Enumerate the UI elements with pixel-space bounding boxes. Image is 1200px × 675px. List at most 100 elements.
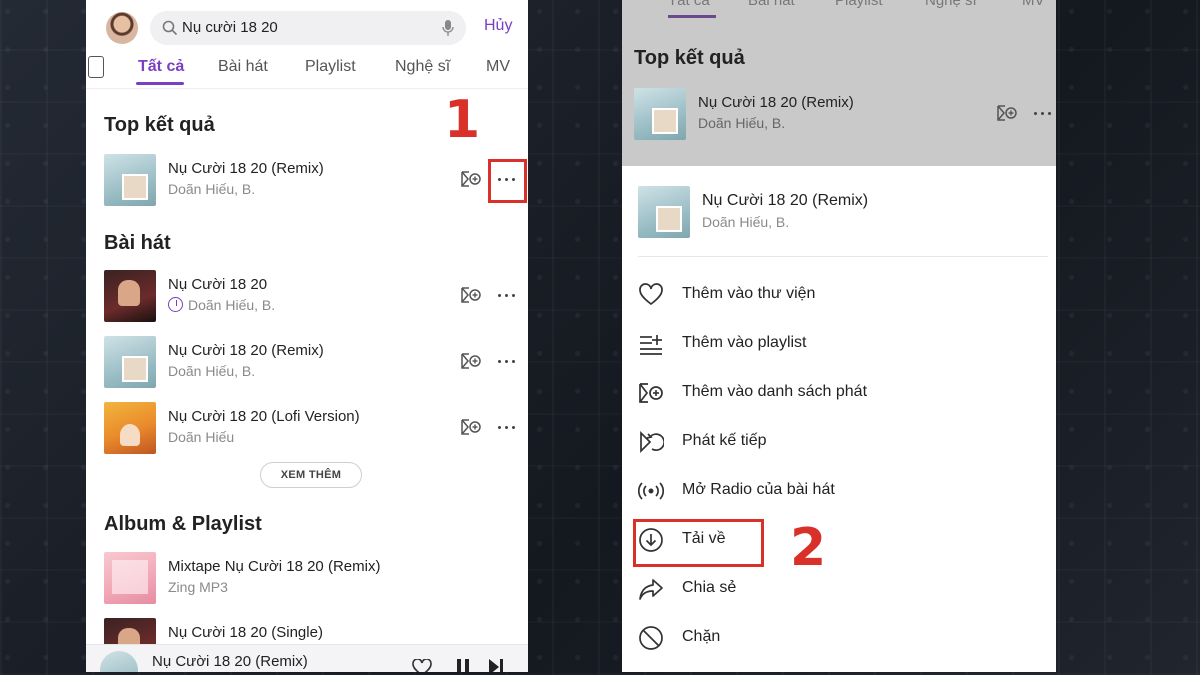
more-options-icon[interactable] [498, 294, 516, 298]
radio-icon [638, 482, 664, 500]
album-art [104, 336, 156, 388]
menu-label: Chặn [682, 628, 721, 645]
top-result-heading: Top kết quả [634, 47, 745, 69]
menu-song-radio[interactable]: Mở Radio của bài hát [638, 472, 1048, 508]
album-title: Mixtape Nụ Cười 18 20 (Remix) [168, 558, 381, 575]
next-icon[interactable] [488, 659, 504, 672]
more-options-icon[interactable] [498, 360, 516, 364]
album-art [104, 552, 156, 604]
menu-add-to-playlist[interactable]: Thêm vào playlist [638, 325, 1048, 361]
step-2-highlight [633, 519, 764, 567]
menu-label: Phát kế tiếp [682, 432, 767, 449]
queue-add-icon [639, 383, 663, 403]
menu-play-next[interactable]: Phát kế tiếp [638, 423, 1048, 459]
top-bar: Nụ cười 18 20 Hủy [86, 0, 528, 54]
song-artist: Doãn Hiếu, B. [168, 297, 275, 313]
playlist-add-icon [640, 335, 662, 355]
album-art [104, 270, 156, 322]
active-tab-indicator [136, 82, 184, 85]
album-title: Nụ Cười 18 20 (Single) [168, 624, 323, 641]
top-result-heading: Top kết quả [104, 114, 215, 136]
songs-heading: Bài hát [104, 232, 171, 254]
list-item[interactable]: Nụ Cười 18 20 (Lofi Version) Doãn Hiếu [104, 402, 524, 456]
tab-artists[interactable]: Nghệ sĩ [395, 58, 450, 76]
menu-label: Thêm vào playlist [682, 334, 807, 351]
album-art [634, 88, 686, 140]
song-artist: Doãn Hiếu, B. [168, 363, 256, 379]
tab-all: Tất cả [668, 0, 710, 9]
song-artist: Doãn Hiếu, B. [702, 214, 790, 230]
heart-icon [639, 283, 663, 306]
search-query: Nụ cười 18 20 [182, 19, 278, 36]
menu-label: Mở Radio của bài hát [682, 481, 835, 498]
add-to-queue-icon[interactable] [460, 352, 482, 370]
list-item[interactable]: Nụ Cười 18 20 Doãn Hiếu, B. [104, 270, 524, 324]
add-to-queue-icon [997, 105, 1017, 121]
options-sheet: Nụ Cười 18 20 (Remix) Doãn Hiếu, B. Thêm… [622, 166, 1056, 672]
heart-icon[interactable] [412, 659, 432, 672]
tab-songs: Bài hát [748, 0, 795, 9]
song-artist: Doãn Hiếu [168, 429, 235, 445]
tab-songs[interactable]: Bài hát [218, 58, 268, 76]
list-item[interactable]: Mixtape Nụ Cười 18 20 (Remix) Zing MP3 [104, 552, 524, 606]
menu-add-to-library[interactable]: Thêm vào thư viện [638, 276, 1048, 312]
albums-heading: Album & Playlist [104, 513, 262, 535]
song-title: Nụ Cười 18 20 (Remix) [698, 94, 854, 111]
add-to-queue-icon[interactable] [460, 418, 482, 436]
album-art [638, 186, 690, 238]
menu-share[interactable]: Chia sẻ [638, 570, 1048, 606]
list-item[interactable]: Nụ Cười 18 20 (Remix) Doãn Hiếu, B. [104, 336, 524, 390]
music-note-icon[interactable] [88, 56, 104, 78]
mini-player[interactable]: Nụ Cười 18 20 (Remix) [86, 644, 528, 672]
menu-label: Chia sẻ [682, 579, 737, 596]
step-1-label: 1 [444, 90, 481, 150]
step-1-highlight [488, 159, 527, 203]
microphone-icon[interactable] [442, 19, 454, 37]
share-icon [639, 579, 663, 600]
tab-mv: MV [1022, 0, 1045, 9]
song-title: Nụ Cười 18 20 (Lofi Version) [168, 408, 360, 425]
search-icon [162, 20, 178, 36]
avatar[interactable] [106, 12, 138, 44]
play-next-icon [640, 430, 664, 454]
song-title: Nụ Cười 18 20 [168, 276, 268, 293]
active-tab-indicator [668, 15, 716, 18]
top-result-row[interactable]: Nụ Cười 18 20 (Remix) Doãn Hiếu, B. [104, 154, 524, 208]
album-owner: Zing MP3 [168, 579, 228, 595]
divider [638, 256, 1048, 257]
pause-icon[interactable] [456, 659, 470, 672]
add-to-queue-icon[interactable] [460, 286, 482, 304]
add-to-queue-icon[interactable] [460, 170, 482, 188]
downloaded-icon [168, 297, 183, 312]
sheet-song-header: Nụ Cười 18 20 (Remix) Doãn Hiếu, B. [638, 186, 1048, 238]
album-art [104, 402, 156, 454]
tab-all[interactable]: Tất cả [138, 58, 184, 76]
album-art [104, 154, 156, 206]
cancel-button[interactable]: Hủy [484, 17, 512, 35]
dimmed-background: Tất cả Bài hát Playlist Nghệ sĩ MV Top k… [622, 0, 1056, 166]
song-title: Nụ Cười 18 20 (Remix) [168, 160, 324, 177]
song-title: Nụ Cười 18 20 (Remix) [702, 192, 869, 209]
tab-artists: Nghệ sĩ [925, 0, 977, 9]
see-more-button[interactable]: XEM THÊM [260, 462, 362, 488]
more-options-icon [1034, 112, 1052, 116]
tab-playlist[interactable]: Playlist [305, 58, 356, 76]
menu-label: Thêm vào danh sách phát [682, 383, 868, 400]
menu-add-to-queue[interactable]: Thêm vào danh sách phát [638, 374, 1048, 410]
block-icon [639, 626, 663, 650]
song-artist: Doãn Hiếu, B. [698, 115, 786, 131]
options-screen: Tất cả Bài hát Playlist Nghệ sĩ MV Top k… [622, 0, 1056, 672]
top-result-row: Nụ Cười 18 20 (Remix) Doãn Hiếu, B. [634, 88, 1052, 142]
song-title: Nụ Cười 18 20 (Remix) [168, 342, 324, 359]
tab-mv[interactable]: MV [486, 58, 510, 76]
step-2-label: 2 [790, 518, 827, 578]
song-artist: Doãn Hiếu, B. [168, 181, 256, 197]
search-tabs: Tất cả Bài hát Playlist Nghệ sĩ MV [622, 0, 1056, 18]
menu-block[interactable]: Chặn [638, 619, 1048, 655]
more-options-icon[interactable] [498, 426, 516, 430]
mini-player-art [100, 651, 138, 672]
tab-playlist: Playlist [835, 0, 883, 9]
search-input[interactable]: Nụ cười 18 20 [150, 11, 466, 45]
menu-label: Thêm vào thư viện [682, 285, 816, 302]
mini-player-title: Nụ Cười 18 20 (Remix) [152, 653, 308, 670]
